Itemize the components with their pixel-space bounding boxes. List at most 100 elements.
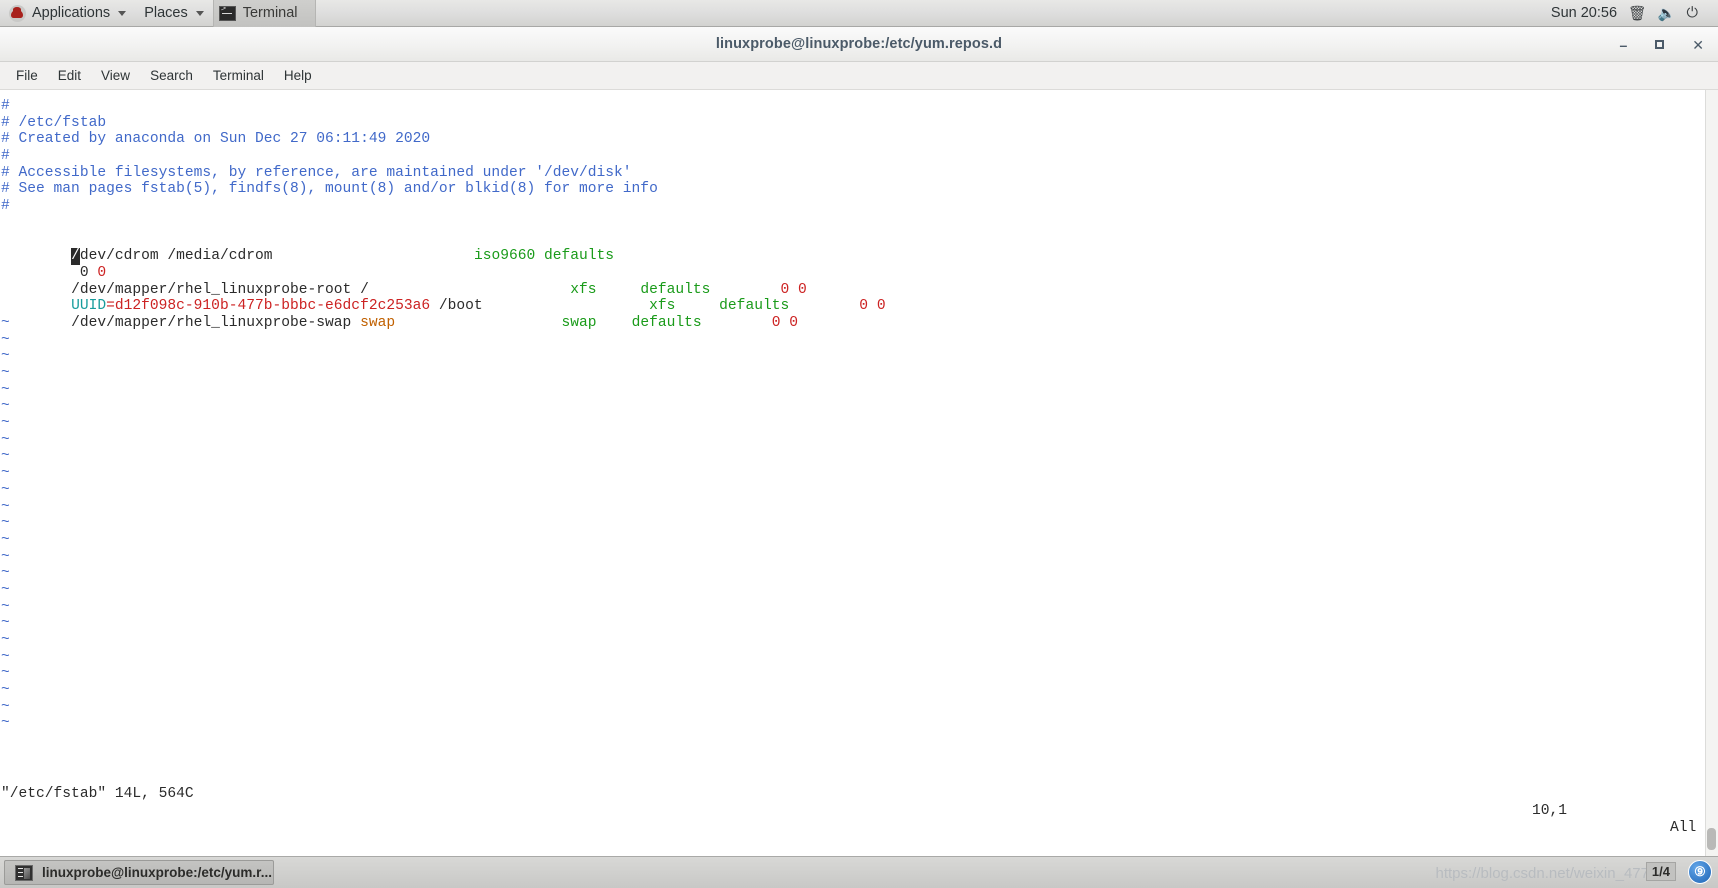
tilde-marker: ~ <box>1 431 10 448</box>
vim-tilde-line: ~ <box>0 682 1718 699</box>
root-options: defaults <box>640 281 711 298</box>
tilde-marker: ~ <box>1 648 10 665</box>
vim-tilde-line: ~ <box>0 515 1718 532</box>
cdrom-options: defaults <box>535 248 615 265</box>
terminal-window: linuxprobe@linuxprobe:/etc/yum.repos.d –… <box>0 27 1718 856</box>
taskbar-window-terminal[interactable]: linuxprobe@linuxprobe:/etc/yum.r... <box>4 860 274 885</box>
applications-menu-label: Applications <box>32 5 111 21</box>
vim-tilde-line: ~ <box>0 348 1718 365</box>
vim-scroll-state: All <box>1670 819 1697 836</box>
fstab-entry-cdrom: /dev/cdrom /media/cdrom iso9660 defaults <box>0 232 1718 265</box>
panel-clock[interactable]: Sun 20:56 <box>1551 5 1617 21</box>
places-menu-button[interactable]: Places <box>135 0 213 27</box>
menu-item-edit[interactable]: Edit <box>48 62 91 90</box>
vim-tilde-line: ~ <box>0 665 1718 682</box>
maximize-button[interactable] <box>1655 40 1665 49</box>
boot-uuid-value: =d12f098c-910b-477b-bbbc-e6dcf2c253a6 <box>106 298 431 315</box>
menu-bar: File Edit View Search Terminal Help <box>0 62 1718 90</box>
vim-cursor: / <box>71 248 80 265</box>
bottom-taskbar: linuxprobe@linuxprobe:/etc/yum.r... http… <box>0 856 1718 888</box>
text-line-comment: # Accessible filesystems, by reference, … <box>0 165 1718 182</box>
cdrom-fstype: iso9660 <box>473 248 536 265</box>
comment-text: # See man pages fstab(5), findfs(8), mou… <box>1 181 658 198</box>
boot-pass: 0 <box>868 298 886 315</box>
tilde-marker: ~ <box>1 415 10 432</box>
terminal-content-vim-editor[interactable]: # # /etc/fstab # Created by anaconda on … <box>0 90 1718 856</box>
cdrom-pass: 0 <box>88 264 107 281</box>
vim-cursor-position: 10,1 <box>1532 802 1568 819</box>
vim-tilde-line: ~ <box>0 699 1718 716</box>
vim-tilde-line: ~ <box>0 365 1718 382</box>
workspace-badge-icon: ⑨ <box>1688 860 1712 884</box>
cdrom-dump: 0 <box>71 264 89 281</box>
vim-empty-line-markers: ~ ~ ~ ~ ~ ~ ~ ~ ~ ~ ~ ~ ~ ~ ~ ~ ~ ~ ~ ~ ~ ~ ~ ~ ~ <box>0 315 1718 732</box>
tilde-marker: ~ <box>1 715 10 732</box>
tilde-marker: ~ <box>1 531 10 548</box>
workspace-indicator[interactable]: 1/4 <box>1645 862 1676 881</box>
menu-item-file[interactable]: File <box>6 62 48 90</box>
tilde-marker: ~ <box>1 398 10 415</box>
swap-device: /dev/mapper/rhel_linuxprobe-swap <box>71 314 361 331</box>
vim-tilde-line: ~ <box>0 532 1718 549</box>
power-icon[interactable]: ⏻ <box>1687 5 1698 21</box>
tilde-marker: ~ <box>1 498 10 515</box>
chevron-down-icon <box>195 10 204 16</box>
close-button[interactable]: ✕ <box>1692 38 1704 52</box>
chevron-down-icon <box>118 10 127 16</box>
menu-item-help[interactable]: Help <box>274 62 322 90</box>
tilde-marker: ~ <box>1 481 10 498</box>
csdn-watermark: https://blog.csdn.net/weixin_477498 <box>1435 865 1675 882</box>
tilde-marker: ~ <box>1 465 10 482</box>
swap-mountpoint: swap <box>360 314 396 331</box>
boot-mountpoint: /boot <box>430 298 483 315</box>
menu-item-terminal[interactable]: Terminal <box>203 62 274 90</box>
text-line-comment: # <box>0 198 1718 215</box>
comment-text: # <box>1 148 10 165</box>
tilde-marker: ~ <box>1 448 10 465</box>
boot-dump: 0 <box>859 298 869 315</box>
vim-tilde-line: ~ <box>0 649 1718 666</box>
vim-file-info: "/etc/fstab" 14L, 564C <box>1 786 194 803</box>
root-fstype: xfs <box>570 281 597 298</box>
root-pass: 0 <box>789 281 807 298</box>
text-line-comment: # <box>0 98 1718 115</box>
tilde-marker: ~ <box>1 682 10 699</box>
vim-tilde-line: ~ <box>0 482 1718 499</box>
window-title: linuxprobe@linuxprobe:/etc/yum.repos.d <box>715 36 1003 52</box>
window-list-terminal-label: Terminal <box>242 5 298 21</box>
vim-tilde-line: ~ <box>0 715 1718 732</box>
text-line-comment: # Created by anaconda on Sun Dec 27 06:1… <box>0 131 1718 148</box>
comment-text: # <box>1 198 10 215</box>
vim-tilde-line: ~ <box>0 432 1718 449</box>
scrollbar-thumb[interactable] <box>1707 828 1716 850</box>
window-controls: – ✕ <box>1619 27 1704 62</box>
display-icon[interactable]: 🗑 <box>1628 5 1646 22</box>
terminal-icon <box>218 5 236 21</box>
vim-tilde-line: ~ <box>0 632 1718 649</box>
terminal-scrollbar[interactable] <box>1705 90 1718 856</box>
vim-tilde-line: ~ <box>0 465 1718 482</box>
window-titlebar: linuxprobe@linuxprobe:/etc/yum.repos.d –… <box>0 27 1718 62</box>
menu-item-view[interactable]: View <box>91 62 140 90</box>
tilde-marker: ~ <box>1 515 10 532</box>
applications-menu-button[interactable]: Applications <box>0 0 135 27</box>
volume-icon[interactable]: 🔈 <box>1657 5 1675 22</box>
minimize-button[interactable]: – <box>1619 38 1627 52</box>
text-line-comment: # See man pages fstab(5), findfs(8), mou… <box>0 181 1718 198</box>
window-list-terminal-button[interactable]: Terminal <box>212 0 316 27</box>
menu-item-search[interactable]: Search <box>140 62 203 90</box>
comment-text: # Accessible filesystems, by reference, … <box>1 164 632 181</box>
swap-fstype: swap <box>561 314 597 331</box>
text-line-comment: # <box>0 148 1718 165</box>
tilde-marker: ~ <box>1 615 10 632</box>
cdrom-device: dev/cdrom /media/cdrom <box>79 248 273 265</box>
tilde-marker: ~ <box>1 581 10 598</box>
swap-pass: 0 <box>780 314 798 331</box>
tilde-marker: ~ <box>1 632 10 648</box>
gnome-top-panel: Applications Places Terminal Sun 20:56 🗑… <box>0 0 1718 27</box>
vim-tilde-line: ~ <box>0 382 1718 399</box>
vim-tilde-line: ~ <box>0 565 1718 582</box>
